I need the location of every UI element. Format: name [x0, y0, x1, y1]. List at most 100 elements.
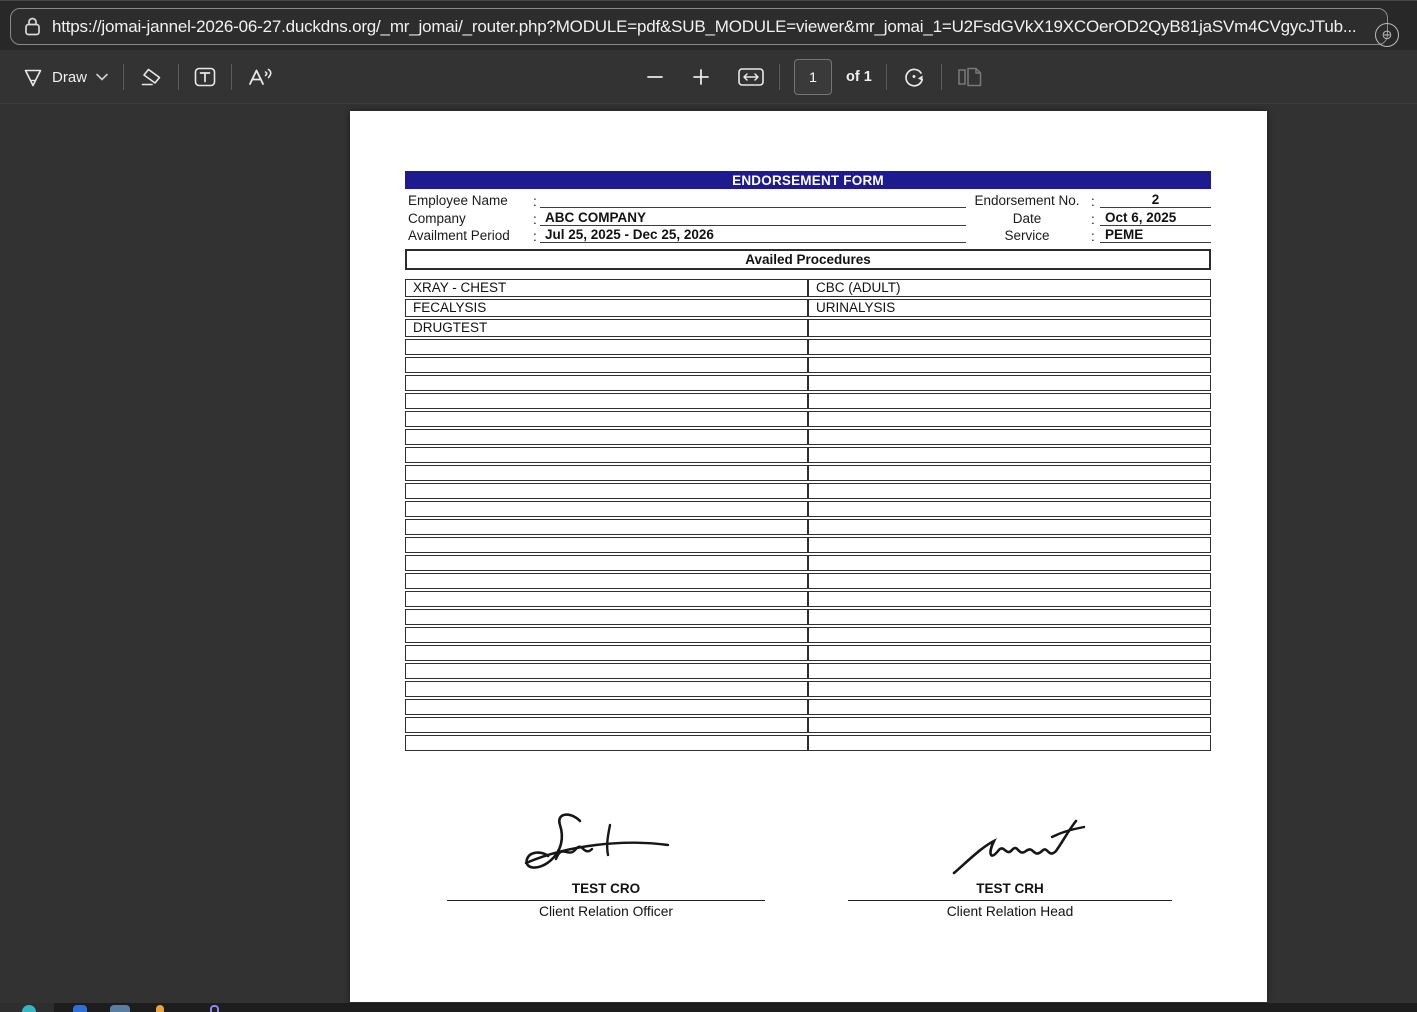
procedure-cell [405, 339, 808, 355]
chevron-down-icon [95, 72, 109, 82]
zoom-out-button[interactable] [645, 67, 665, 87]
procedure-row [405, 609, 1211, 625]
procedure-cell [405, 627, 808, 643]
procedure-row [405, 537, 1211, 553]
eraser-button[interactable] [138, 65, 164, 89]
url-text[interactable]: https://jomai-jannel-2026-06-27.duckdns.… [52, 17, 1356, 37]
add-text-button[interactable] [193, 65, 217, 89]
date-value: Oct 6, 2025 [1100, 209, 1211, 226]
procedure-cell [808, 555, 1211, 571]
procedure-cell [405, 447, 808, 463]
page-number-input[interactable] [794, 59, 832, 95]
procedure-row [405, 429, 1211, 445]
signature-crh [948, 817, 1088, 883]
company-value: ABC COMPANY [540, 209, 966, 226]
procedure-cell [808, 591, 1211, 607]
address-bar[interactable]: https://jomai-jannel-2026-06-27.duckdns.… [10, 8, 1388, 45]
field-date: Date [966, 209, 1088, 226]
procedure-cell [405, 717, 808, 733]
app-taskbar-icon[interactable] [110, 1005, 130, 1012]
zoom-indicator-icon[interactable]: ⊖ [1375, 23, 1399, 47]
rotate-button[interactable] [901, 64, 927, 90]
procedure-row [405, 519, 1211, 535]
procedure-cell [808, 573, 1211, 589]
signature-line [447, 900, 765, 901]
procedure-cell [808, 537, 1211, 553]
procedure-row [405, 573, 1211, 589]
procedure-row [405, 357, 1211, 373]
procedure-cell [405, 519, 808, 535]
app-taskbar-icon[interactable] [156, 1005, 164, 1012]
page-count-label: of 1 [846, 69, 872, 85]
colon: : [1091, 229, 1095, 244]
field-availment-period: Availment Period [408, 226, 510, 243]
toolbar-divider [231, 64, 232, 90]
procedure-cell [808, 663, 1211, 679]
procedure-row [405, 483, 1211, 499]
procedure-row [405, 501, 1211, 517]
procedure-cell [405, 681, 808, 697]
procedure-row [405, 465, 1211, 481]
procedure-cell: DRUGTEST [405, 319, 808, 337]
zoom-in-button[interactable] [691, 67, 711, 87]
procedure-row [405, 339, 1211, 355]
toolbar-divider [178, 64, 179, 90]
field-service: Service [966, 226, 1088, 243]
procedure-cell [405, 429, 808, 445]
draw-button[interactable]: Draw [22, 65, 109, 89]
procedure-cell [405, 411, 808, 427]
procedure-cell [808, 645, 1211, 661]
procedure-cell [808, 429, 1211, 445]
procedure-cell [808, 357, 1211, 373]
procedure-cell [405, 663, 808, 679]
procedure-cell [405, 483, 808, 499]
procedure-row [405, 627, 1211, 643]
procedure-cell [808, 735, 1211, 751]
procedure-cell [808, 627, 1211, 643]
procedure-row [405, 393, 1211, 409]
toolbar-divider [886, 64, 887, 90]
taskbar[interactable] [0, 1003, 1417, 1012]
toolbar-divider [123, 64, 124, 90]
toolbar-divider [941, 64, 942, 90]
endorsement-no-value: 2 [1100, 191, 1211, 208]
procedure-row: FECALYSISURINALYSIS [405, 299, 1211, 317]
lock-icon[interactable] [23, 16, 42, 37]
procedure-row: DRUGTEST [405, 319, 1211, 337]
field-endorsement-no: Endorsement No. [966, 191, 1088, 208]
read-aloud-button[interactable] [246, 65, 274, 89]
signatory-name: TEST CRH [848, 881, 1172, 896]
colon: : [533, 194, 537, 209]
procedure-cell [405, 573, 808, 589]
app-taskbar-icon[interactable] [210, 1005, 219, 1012]
pen-icon [22, 65, 44, 89]
procedure-cell: URINALYSIS [808, 299, 1211, 317]
browser-taskbar-icon[interactable] [22, 1005, 36, 1012]
field-label: Availment Period [408, 228, 510, 243]
procedure-cell [405, 555, 808, 571]
procedure-cell [405, 393, 808, 409]
procedure-row [405, 375, 1211, 391]
procedure-cell [808, 609, 1211, 625]
signatory-title: Client Relation Head [848, 904, 1172, 919]
fit-to-width-button[interactable] [737, 66, 765, 88]
procedure-cell [808, 519, 1211, 535]
toolbar-divider [779, 64, 780, 90]
procedure-cell: XRAY - CHEST [405, 279, 808, 297]
field-label: Service [1004, 228, 1049, 243]
employee-name-value [540, 191, 966, 208]
page-view-button[interactable] [956, 65, 984, 89]
pdf-viewport[interactable]: ENDORSEMENT FORM Employee Name : Company… [0, 104, 1417, 1012]
colon: : [1091, 194, 1095, 209]
procedure-row [405, 411, 1211, 427]
colon: : [1091, 212, 1095, 227]
field-label: Date [1013, 211, 1042, 226]
procedure-cell: CBC (ADULT) [808, 279, 1211, 297]
browser-chrome: https://jomai-jannel-2026-06-27.duckdns.… [0, 0, 1417, 50]
procedure-cell [808, 319, 1211, 337]
signatory-name: TEST CRO [447, 881, 765, 896]
procedure-cell [405, 591, 808, 607]
procedure-cell [808, 699, 1211, 715]
form-title: ENDORSEMENT FORM [405, 171, 1211, 189]
app-taskbar-icon[interactable] [73, 1005, 87, 1012]
